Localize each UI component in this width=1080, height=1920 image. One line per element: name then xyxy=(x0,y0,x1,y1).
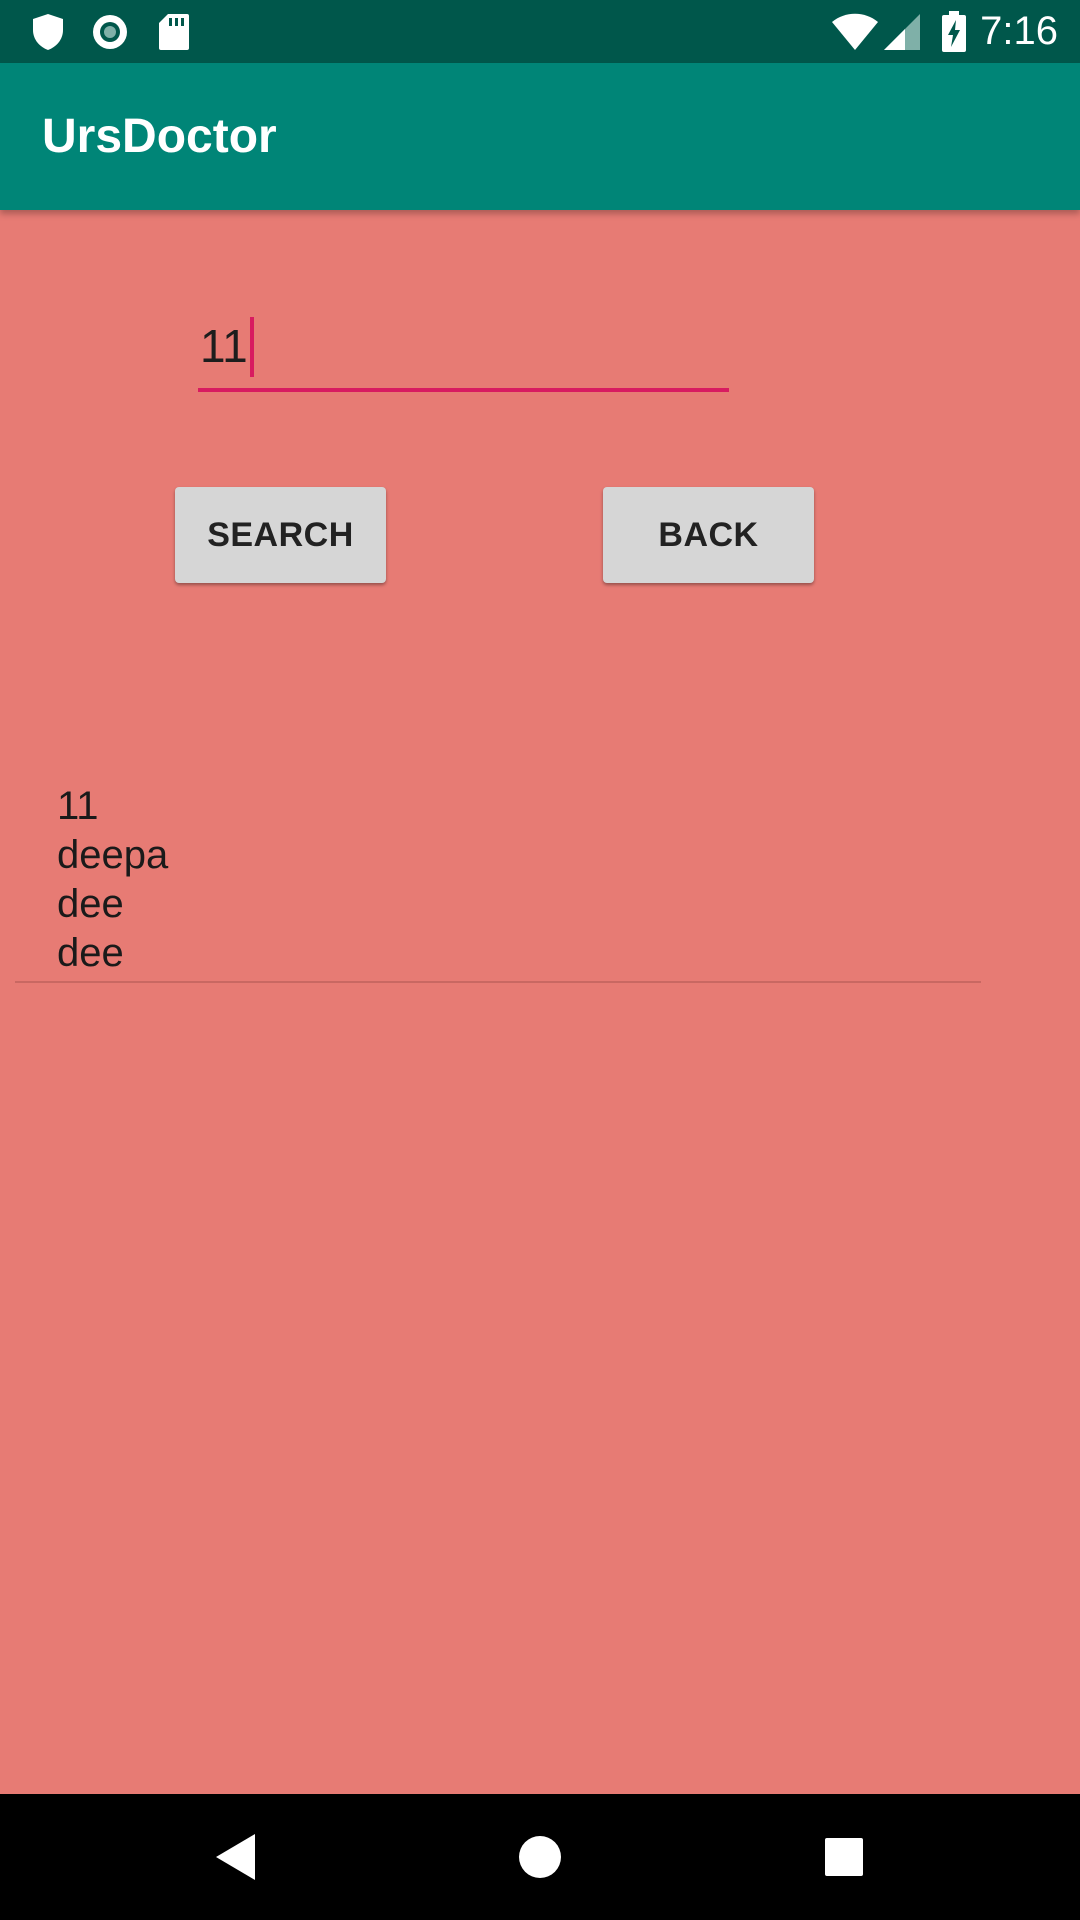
status-bar: 7:16 xyxy=(0,0,1080,63)
home-circle-icon[interactable] xyxy=(480,1794,600,1920)
search-input-value-wrap: 11 xyxy=(200,316,254,377)
search-button[interactable]: SEARCH xyxy=(175,487,386,583)
result-field-4: dee xyxy=(57,931,124,975)
search-input-value: 11 xyxy=(200,320,248,372)
app-bar: UrsDoctor xyxy=(0,63,1080,210)
recents-square-icon[interactable] xyxy=(784,1794,904,1920)
list-divider xyxy=(15,981,981,983)
back-triangle-icon[interactable] xyxy=(176,1794,296,1920)
battery-charging-icon xyxy=(938,0,970,63)
text-cursor xyxy=(249,316,254,377)
sd-card-icon xyxy=(154,0,194,63)
back-button[interactable]: BACK xyxy=(603,487,814,583)
navigation-bar xyxy=(0,1794,1080,1920)
wifi-icon xyxy=(830,0,880,63)
app-title: UrsDoctor xyxy=(42,110,277,163)
signal-icon xyxy=(882,0,922,63)
result-field-3: dee xyxy=(57,882,124,926)
status-time: 7:16 xyxy=(980,9,1058,53)
record-icon xyxy=(88,0,132,63)
search-input[interactable]: 11 xyxy=(198,310,729,392)
list-item[interactable]: 11 deepa dee dee xyxy=(57,782,168,978)
shield-icon xyxy=(28,0,68,63)
result-name: deepa xyxy=(57,833,169,877)
result-id: 11 xyxy=(57,784,99,828)
